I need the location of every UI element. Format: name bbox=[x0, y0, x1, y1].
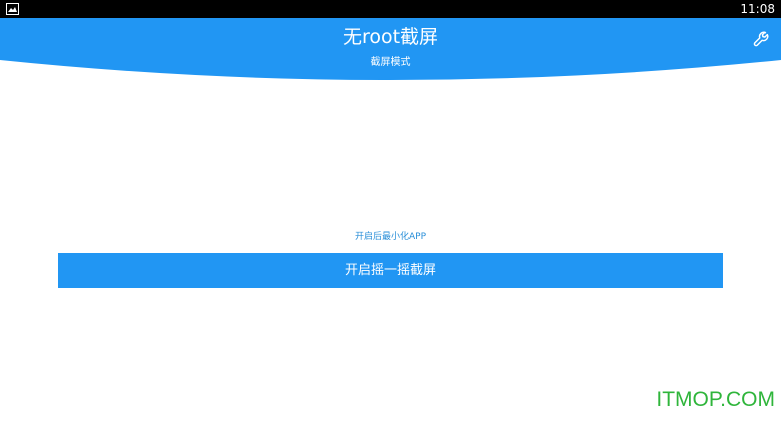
status-bar: 11:08 bbox=[0, 0, 781, 18]
screenshot-icon bbox=[6, 3, 19, 15]
settings-button[interactable] bbox=[752, 27, 774, 49]
status-time: 11:08 bbox=[740, 2, 775, 16]
minimize-app-link[interactable]: 开启后最小化APP bbox=[0, 230, 781, 244]
screenshot-mode-label: 截屏模式 bbox=[370, 57, 411, 68]
page-title: 无root截屏 bbox=[342, 26, 439, 48]
shake-screenshot-button[interactable]: 开启摇一摇截屏 bbox=[58, 253, 723, 288]
wrench-icon bbox=[753, 31, 769, 47]
watermark-logo: ITMOP.COM bbox=[656, 388, 775, 411]
